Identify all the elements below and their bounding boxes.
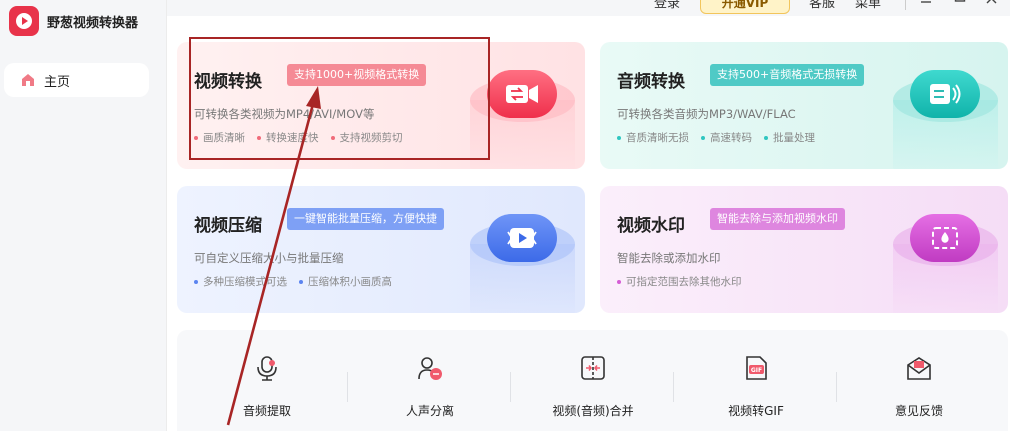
tool-label: 意见反馈 [894,404,943,418]
pedestal-graphic [470,214,575,313]
card-title: 音频转换 [617,72,685,92]
annotation-highlight-box [189,37,490,160]
card-features: 音质清晰无损 高速转码 批量处理 [617,130,827,145]
close-icon[interactable] [985,0,999,10]
feedback-mail-icon [907,357,931,380]
tool-label: 音频提取 [242,404,291,418]
tools-strip: 音频提取 人声分离 视频(音频)合并 GIF 视频转GIF 意见反馈 [177,330,1008,431]
app-logo-icon [9,6,39,36]
sidebar-item-home[interactable]: 主页 [4,63,149,97]
tool-label: 视频(音频)合并 [552,404,634,418]
menu-link[interactable]: 菜单 [855,0,881,11]
card-tag: 一键智能批量压缩，方便快捷 [287,208,444,230]
pedestal-graphic [893,70,998,169]
gif-icon: GIF [746,356,767,380]
pedestal-graphic [893,214,998,313]
feature-item: 高速转码 [701,130,752,145]
audio-convert-card[interactable]: 音频转换 支持500+音频格式无损转换 可转换各类音频为MP3/WAV/FLAC… [600,42,1008,169]
feature-item: 压缩体积小画质高 [299,274,392,289]
card-tag: 支持500+音频格式无损转换 [710,64,865,86]
watermark-icon [910,214,980,262]
maximize-icon[interactable] [953,0,967,10]
svg-text:GIF: GIF [751,367,762,374]
feature-item: 可指定范围去除其他水印 [617,274,742,289]
video-watermark-card[interactable]: 视频水印 智能去除与添加视频水印 智能去除或添加水印 可指定范围去除其他水印 [600,186,1008,313]
sidebar-item-label: 主页 [44,74,71,90]
tool-label: 人声分离 [405,404,454,418]
audio-convert-icon [910,70,980,118]
sidebar: 野葱视频转换器 主页 [0,0,167,431]
login-link[interactable]: 登录 [654,0,680,11]
title-bar: 登录 开通VIP 客服 菜单 [167,0,1010,16]
merge-icon [581,356,605,380]
brand: 野葱视频转换器 [9,6,138,36]
card-features: 多种压缩模式可选 压缩体积小画质高 [194,274,404,289]
voice-separation-icon [418,357,442,380]
card-description: 智能去除或添加水印 [617,251,721,265]
feature-item: 批量处理 [764,130,815,145]
microphone-icon [257,356,277,381]
video-compress-icon [487,214,557,262]
minimize-icon[interactable] [919,0,933,10]
divider [673,372,674,402]
tool-gif[interactable]: GIF 视频转GIF [676,340,836,430]
app-name: 野葱视频转换器 [47,15,139,31]
feature-item: 多种压缩模式可选 [194,274,287,289]
card-title: 视频水印 [617,216,685,236]
home-icon [22,74,34,86]
card-description: 可转换各类音频为MP3/WAV/FLAC [617,107,796,121]
service-link[interactable]: 客服 [809,0,835,11]
vip-button[interactable]: 开通VIP [700,0,790,14]
tool-merge[interactable]: 视频(音频)合并 [513,340,673,430]
video-compress-card[interactable]: 视频压缩 一键智能批量压缩，方便快捷 可自定义压缩大小与批量压缩 多种压缩模式可… [177,186,585,313]
card-features: 可指定范围去除其他水印 [617,274,754,289]
feature-item: 音质清晰无损 [617,130,689,145]
divider [905,0,906,10]
tool-feedback[interactable]: 意见反馈 [839,340,999,430]
divider [347,372,348,402]
card-description: 可自定义压缩大小与批量压缩 [194,251,344,265]
video-convert-icon [487,70,557,118]
tool-label: 视频转GIF [728,404,784,418]
divider [836,372,837,402]
tool-audio-extract[interactable]: 音频提取 [187,340,347,430]
tool-voice-separation[interactable]: 人声分离 [350,340,510,430]
card-tag: 智能去除与添加视频水印 [710,208,845,230]
divider [510,372,511,402]
card-title: 视频压缩 [194,216,262,236]
